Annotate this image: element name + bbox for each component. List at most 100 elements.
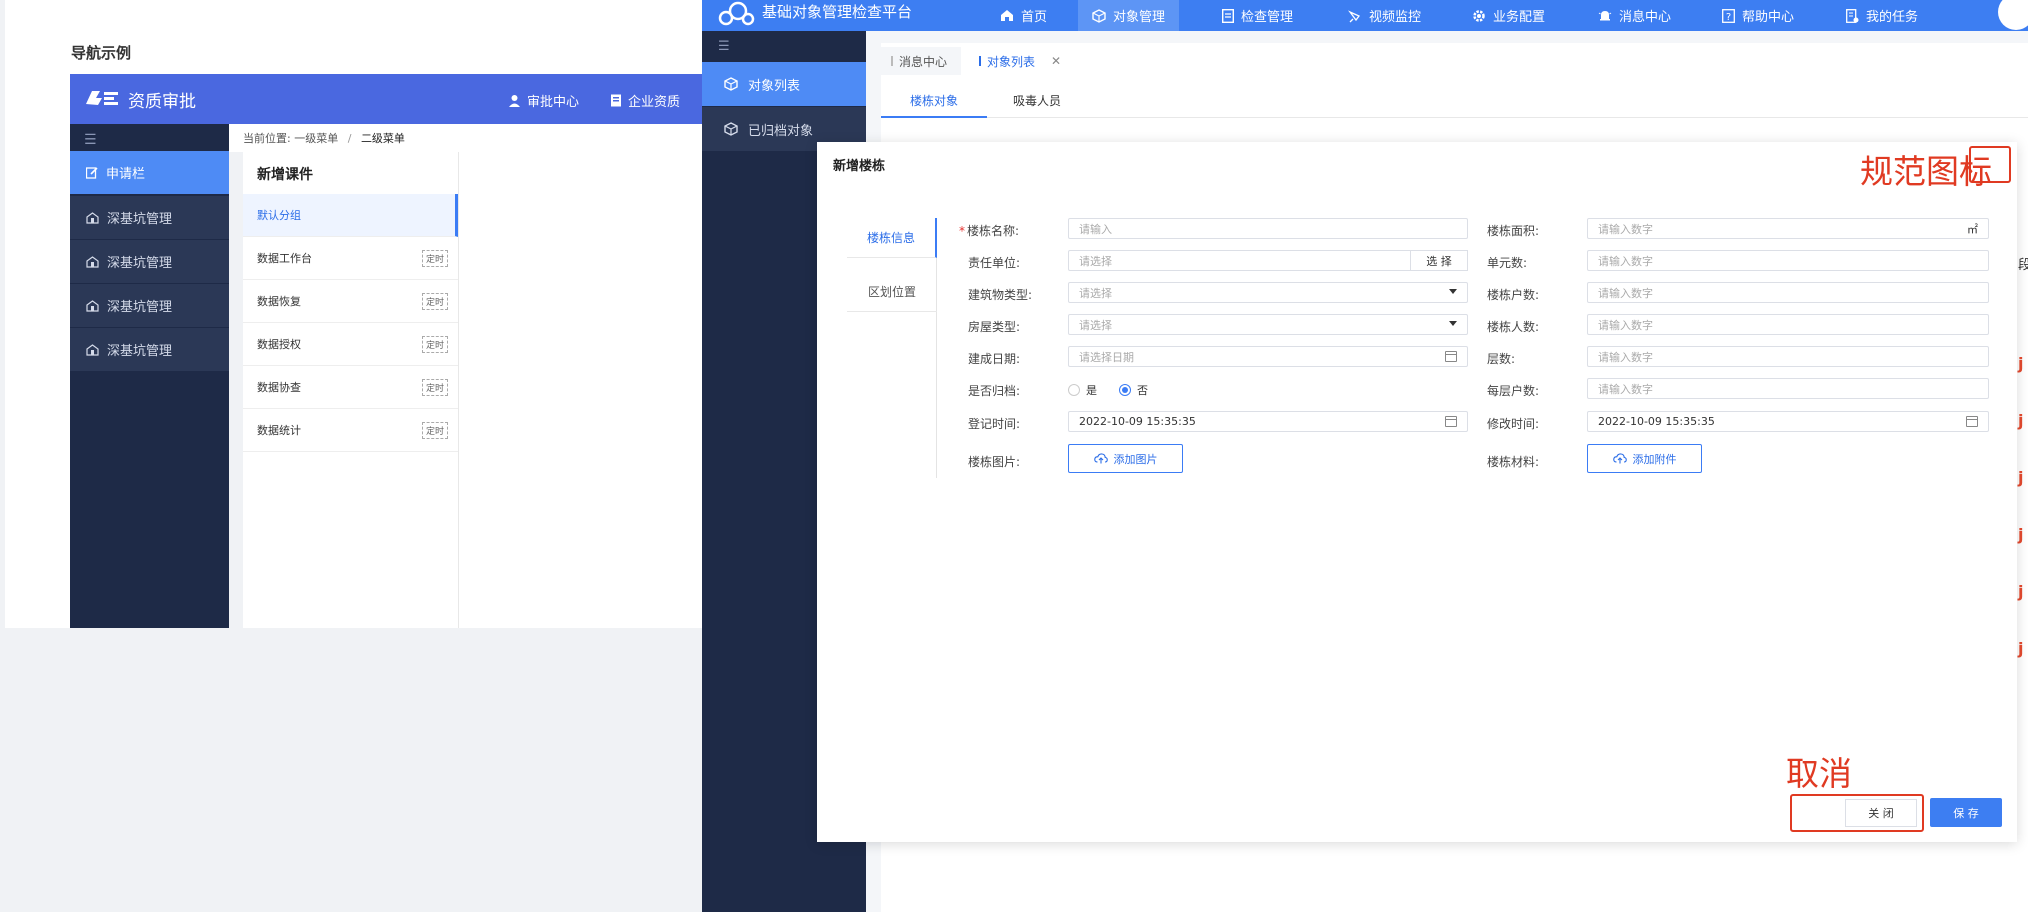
sidebar-item-object-list[interactable]: 对象列表 (702, 62, 866, 106)
calendar-icon (1966, 416, 1978, 427)
unit-count-input[interactable]: 请输入数字 (1587, 250, 1989, 271)
nav-help-center[interactable]: ? 帮助中心 (1708, 0, 1808, 31)
building-icon (86, 255, 99, 268)
sidebar-item-deep-pit-2[interactable]: 深基坑管理 (70, 240, 229, 284)
responsible-unit-input[interactable]: 请选择 选 择 (1068, 250, 1468, 271)
breadcrumb-level1[interactable]: 一级菜单 (294, 132, 338, 145)
dialog-side-tabs: 楼栋信息 区划位置 (847, 218, 937, 478)
tab-district-location[interactable]: 区划位置 (847, 272, 937, 312)
building-icon (86, 211, 99, 224)
caret-down-icon (1449, 289, 1457, 294)
sidebar-item-apply[interactable]: 申请栏 (70, 151, 229, 195)
cloud-logo-icon (716, 1, 756, 30)
required-marker: * (959, 223, 965, 238)
archived-radio-group: 是 否 (1068, 379, 1170, 401)
user-icon (509, 95, 520, 107)
header-nav-approval[interactable]: 审批中心 (508, 91, 579, 110)
close-icon[interactable]: ✕ (1051, 54, 1061, 68)
home-icon (1001, 10, 1013, 21)
building-area-input[interactable]: 请输入数字 ㎡ (1587, 218, 1989, 239)
floor-count-input[interactable]: 请输入数字 (1587, 346, 1989, 367)
building-name-input[interactable]: 请输入 (1068, 218, 1468, 239)
field-row-material: 楼栋材料: (1487, 454, 1540, 469)
edit-icon (86, 166, 98, 179)
radio-dot (1068, 384, 1080, 396)
nav-object-management[interactable]: 对象管理 (1078, 0, 1180, 31)
cube-icon (724, 122, 738, 136)
save-button[interactable]: 保 存 (1930, 798, 2002, 827)
panel-title: 新增课件 (257, 167, 313, 183)
nav-business-config[interactable]: 业务配置 (1458, 0, 1559, 31)
tab-indicator (979, 56, 982, 66)
row-action-fragment: j (2018, 354, 2024, 373)
list-item[interactable]: 数据工作台 定时 (243, 237, 458, 280)
row-action-fragment: j (2018, 639, 2024, 658)
logo-icon (84, 88, 120, 111)
menu-collapse-icon[interactable]: ☰ (84, 132, 97, 148)
field-row-built-date: 建成日期: (968, 351, 1021, 366)
column-header-fragment: 段 (2018, 258, 2028, 273)
breadcrumb-level2: 二级菜单 (360, 132, 405, 145)
modify-time-picker[interactable]: 2022-10-09 15:35:35 (1587, 411, 1989, 432)
example-sidebar: ☰ 申请栏 深基坑管理 深基坑管理 深基坑管理 深基坑管理 (70, 124, 229, 628)
unit-suffix: ㎡ (1967, 223, 1978, 236)
house-type-select[interactable]: 请选择 (1068, 314, 1468, 335)
list-item[interactable]: 数据协查 定时 (243, 366, 458, 409)
building-icon (86, 343, 99, 356)
calendar-icon (1445, 351, 1457, 362)
bell-icon (1598, 10, 1612, 20)
nav-my-tasks[interactable]: 我的任务 (1832, 0, 1932, 31)
field-row-register-time: 登记时间: (968, 416, 1021, 431)
add-attachment-button[interactable]: 添加附件 (1587, 444, 1702, 473)
sidebar-item-deep-pit-3[interactable]: 深基坑管理 (70, 284, 229, 328)
field-row-modify-time: 修改时间: (1487, 416, 1540, 431)
timer-badge: 定时 (421, 378, 448, 396)
field-row-units: 单元数: (1487, 255, 1528, 270)
field-row-house-type: 房屋类型: (968, 319, 1021, 334)
add-building-dialog: 新增楼栋 楼栋信息 区划位置 * 楼栋名称: 请输入 责任单位: 请选择 选 择 … (817, 142, 2017, 842)
select-unit-button[interactable]: 选 择 (1410, 250, 1468, 271)
tab-object-list[interactable]: 对象列表 ✕ (969, 47, 1076, 75)
row-action-fragment: j (2018, 582, 2024, 601)
field-row-area: 楼栋面积: (1487, 223, 1540, 238)
nav-video-monitoring[interactable]: 视频监控 (1334, 0, 1435, 31)
field-row-name: * 楼栋名称: (959, 223, 1020, 238)
timer-badge: 定时 (421, 292, 448, 310)
per-floor-households-input[interactable]: 请输入数字 (1587, 378, 1989, 399)
register-time-picker[interactable]: 2022-10-09 15:35:35 (1068, 411, 1468, 432)
add-photo-button[interactable]: 添加图片 (1068, 444, 1183, 473)
field-row-households: 楼栋户数: (1487, 287, 1540, 302)
menu-collapse-icon[interactable]: ☰ (718, 39, 730, 54)
tab-indicator (891, 56, 893, 66)
building-icon (86, 299, 99, 312)
radio-dot (1119, 384, 1131, 396)
field-row-unit: 责任单位: (968, 255, 1021, 270)
list-item[interactable]: 数据统计 定时 (243, 409, 458, 452)
nav-home[interactable]: 首页 (986, 0, 1061, 31)
household-count-input[interactable]: 请输入数字 (1587, 282, 1989, 303)
tab-building-objects[interactable]: 楼栋对象 (881, 84, 987, 118)
list-item-default-group[interactable]: 默认分组 (243, 194, 458, 237)
tab-drug-users[interactable]: 吸毒人员 (987, 84, 1087, 118)
nav-message-center[interactable]: 消息中心 (1584, 0, 1685, 31)
list-item[interactable]: 数据授权 定时 (243, 323, 458, 366)
gear-icon (1473, 9, 1485, 22)
nav-inspection-management[interactable]: 检查管理 (1208, 0, 1307, 31)
sidebar-item-deep-pit-4[interactable]: 深基坑管理 (70, 328, 229, 372)
calendar-icon (1445, 416, 1457, 427)
list-item[interactable]: 数据恢复 定时 (243, 280, 458, 323)
tab-building-info[interactable]: 楼栋信息 (847, 218, 937, 258)
archived-no-radio[interactable]: 否 (1119, 382, 1148, 398)
header-nav-qualification[interactable]: 企业资质 (610, 91, 680, 110)
avatar[interactable] (1998, 0, 2028, 30)
built-date-picker[interactable]: 请选择日期 (1068, 346, 1468, 367)
archived-yes-radio[interactable]: 是 (1068, 382, 1097, 398)
people-count-input[interactable]: 请输入数字 (1587, 314, 1989, 335)
sidebar-item-deep-pit-1[interactable]: 深基坑管理 (70, 196, 229, 240)
checklist-icon (1222, 8, 1234, 23)
building-type-select[interactable]: 请选择 (1068, 282, 1468, 303)
tab-message-center[interactable]: 消息中心 (881, 47, 962, 75)
annotation-box-cancel (1790, 794, 1924, 832)
row-action-fragment: j (2018, 411, 2024, 430)
field-row-photo: 楼栋图片: (968, 454, 1021, 469)
